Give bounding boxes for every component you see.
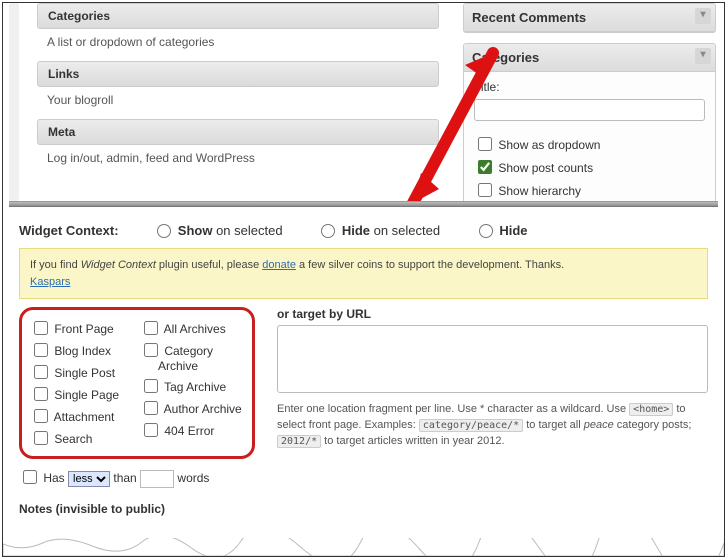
- wordcount-comparator-select[interactable]: less: [68, 471, 110, 487]
- radio-input[interactable]: [321, 224, 335, 238]
- collapse-icon[interactable]: ▾: [695, 48, 711, 64]
- radio-hide-on-selected[interactable]: Hide on selected: [316, 221, 440, 238]
- widget-title: Categories: [37, 3, 439, 29]
- chk-single-page[interactable]: Single Page: [30, 384, 134, 404]
- widget-desc: A list or dropdown of categories: [37, 29, 439, 51]
- available-widgets-column: Categories A list or dropdown of categor…: [9, 3, 439, 177]
- widget-meta[interactable]: Meta Log in/out, admin, feed and WordPre…: [37, 119, 439, 167]
- sidebar-widgets-column: Recent Comments ▾ Categories ▾ Title: Sh…: [463, 3, 716, 201]
- chk-tag-archive[interactable]: Tag Archive: [140, 376, 244, 396]
- wordcount-value-input[interactable]: [140, 470, 174, 488]
- chk-all-archives[interactable]: All Archives: [140, 318, 244, 338]
- categories-title-input[interactable]: [474, 99, 705, 121]
- context-header-row: Widget Context: Show on selected Hide on…: [19, 217, 708, 248]
- panel-categories: Categories ▾ Title: Show as dropdown Sho…: [463, 43, 716, 201]
- chk-category-archive[interactable]: Category: [140, 340, 244, 360]
- radio-hide[interactable]: Hide: [474, 221, 528, 238]
- author-link[interactable]: Kaspars: [30, 276, 70, 288]
- widget-title: Meta: [37, 119, 439, 145]
- chk-attachment[interactable]: Attachment: [30, 406, 134, 426]
- target-url-textarea[interactable]: [277, 325, 708, 393]
- checkbox-show-hierarchy[interactable]: [478, 183, 492, 197]
- notes-label: Notes (invisible to public): [19, 502, 708, 516]
- context-heading: Widget Context:: [19, 223, 119, 238]
- radio-input[interactable]: [479, 224, 493, 238]
- wordcount-row: Has less than words: [19, 467, 255, 488]
- panel-title: Categories: [472, 50, 539, 65]
- chk-blog-index[interactable]: Blog Index: [30, 340, 134, 360]
- target-url-label: or target by URL: [277, 307, 708, 321]
- widget-categories[interactable]: Categories A list or dropdown of categor…: [37, 3, 439, 51]
- title-label: Title:: [474, 80, 705, 94]
- donate-link[interactable]: donate: [262, 259, 296, 271]
- chk-author-archive[interactable]: Author Archive: [140, 398, 244, 418]
- target-url-hint: Enter one location fragment per line. Us…: [277, 402, 708, 450]
- opt-show-dropdown[interactable]: Show as dropdown: [474, 134, 705, 154]
- collapse-icon[interactable]: ▾: [695, 8, 711, 24]
- widget-desc: Log in/out, admin, feed and WordPress: [37, 145, 439, 167]
- widget-context-section: Widget Context: Show on selected Hide on…: [3, 207, 724, 516]
- checkbox-show-dropdown[interactable]: [478, 137, 492, 151]
- donate-notice: If you find Widget Context plugin useful…: [19, 248, 708, 299]
- checkbox-show-post-counts[interactable]: [478, 160, 492, 174]
- widget-title: Links: [37, 61, 439, 87]
- panel-recent-comments[interactable]: Recent Comments ▾: [463, 3, 716, 33]
- widget-links[interactable]: Links Your blogroll: [37, 61, 439, 109]
- chk-404-error[interactable]: 404 Error: [140, 420, 244, 440]
- radio-input[interactable]: [157, 224, 171, 238]
- torn-edge-decoration: [3, 538, 724, 556]
- chk-single-post[interactable]: Single Post: [30, 362, 134, 382]
- widget-desc: Your blogroll: [37, 87, 439, 109]
- chk-search[interactable]: Search: [30, 428, 134, 448]
- panel-title: Recent Comments: [472, 10, 586, 25]
- chk-front-page[interactable]: Front Page: [30, 318, 134, 338]
- opt-show-hierarchy[interactable]: Show hierarchy: [474, 180, 705, 200]
- radio-show-on-selected[interactable]: Show on selected: [152, 221, 282, 238]
- page-type-checkbox-group: Front Page Blog Index Single Post Single…: [19, 307, 255, 459]
- chk-has-wordcount[interactable]: Has: [19, 471, 65, 485]
- opt-show-post-counts[interactable]: Show post counts: [474, 157, 705, 177]
